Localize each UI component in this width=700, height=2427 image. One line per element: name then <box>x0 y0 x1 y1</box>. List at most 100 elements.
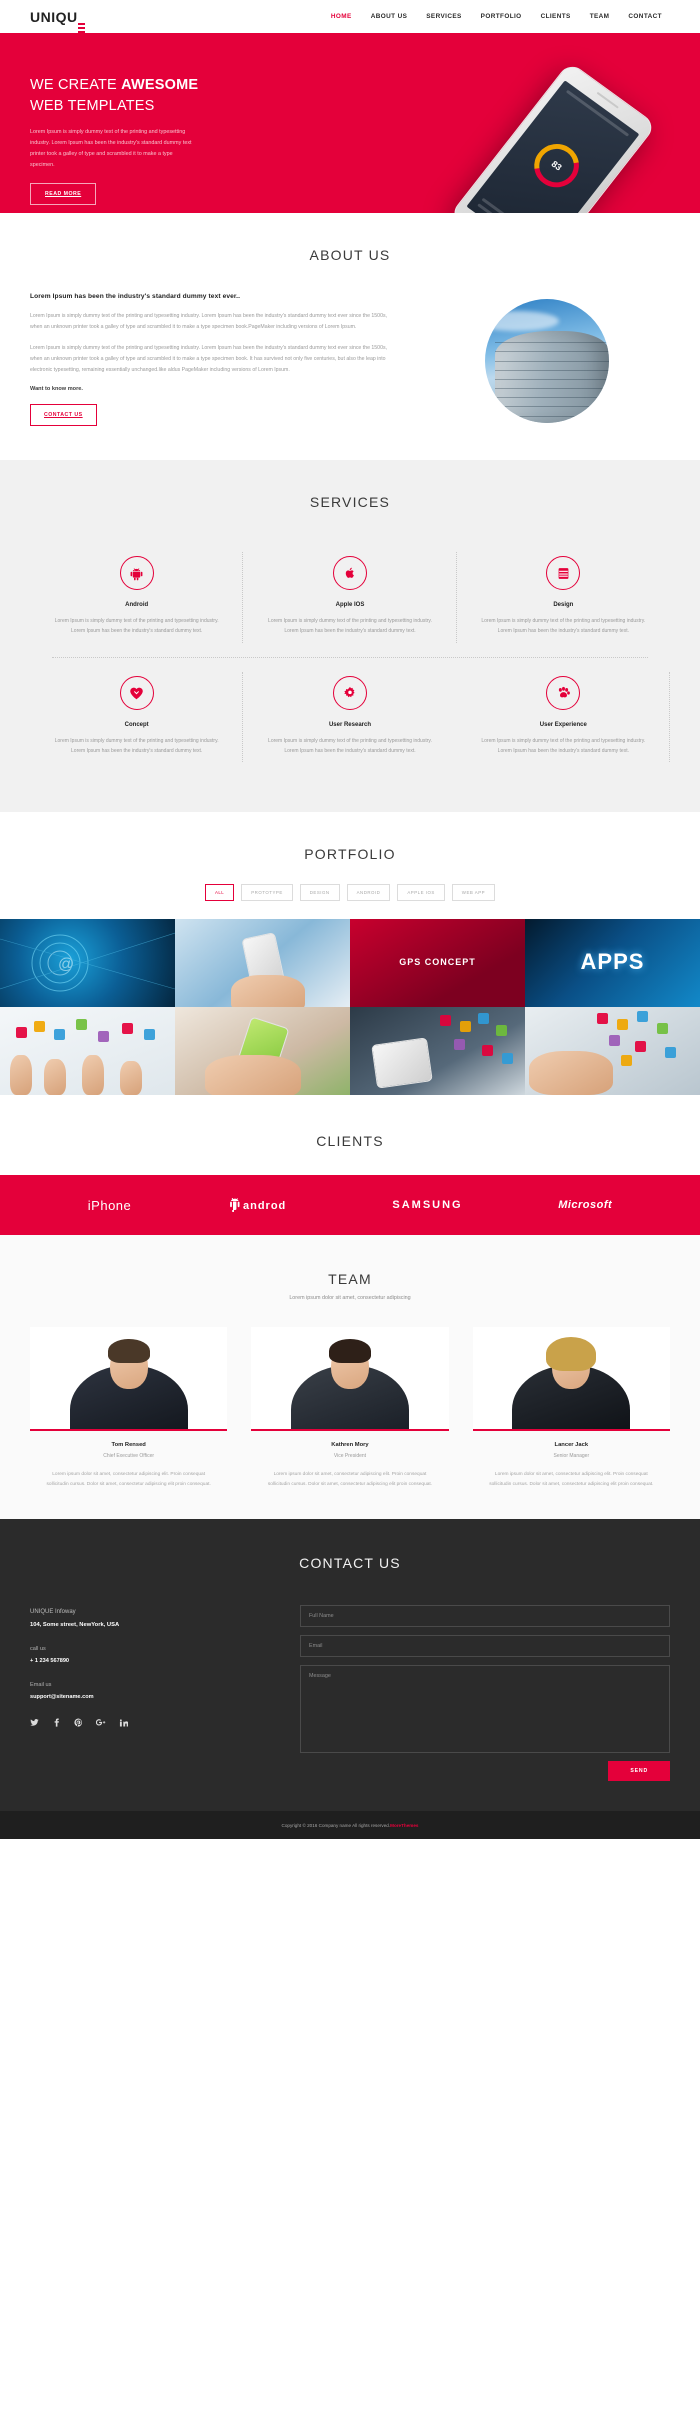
phone-ring-value: 83 <box>549 158 564 173</box>
team-member-card[interactable]: Tom Rensed Chief Executive Officer Lorem… <box>30 1327 228 1489</box>
about-contact-us-button[interactable]: CONTACT US <box>30 404 97 427</box>
service-card-concept[interactable]: Concept Lorem Ipsum is simply dummy text… <box>30 658 244 777</box>
portfolio-filter-all[interactable]: ALL <box>204 884 235 902</box>
service-text: Lorem Ipsum is simply dummy text of the … <box>481 618 646 635</box>
footer-copyright-text: Copyright © 2016 Company name All rights… <box>281 1822 391 1828</box>
hero-title-line1-normal: WE CREATE <box>30 77 122 93</box>
apple-icon <box>332 556 367 591</box>
facebook-icon[interactable] <box>52 1718 61 1729</box>
hero-paragraph: Lorem Ipsum is simply dummy text of the … <box>30 129 192 168</box>
clients-title: CLIENTS <box>316 1133 384 1150</box>
about-title: ABOUT US <box>309 247 391 263</box>
portfolio-filter-android[interactable]: ANDROID <box>346 884 391 902</box>
pinterest-icon[interactable] <box>74 1718 83 1729</box>
heart-icon <box>119 675 154 710</box>
contact-call-label: call us <box>30 1646 46 1653</box>
portfolio-item-hands-phones[interactable] <box>0 1007 175 1096</box>
about-paragraph-1: Lorem Ipsum is simply dummy text of the … <box>30 313 387 330</box>
footer-copyright: Copyright © 2016 Company name All rights… <box>282 1823 419 1828</box>
team-member-bio: Lorem ipsum dolor sit amet, consectetur … <box>489 1472 654 1487</box>
team-section: TEAM Lorem ipsum dolor sit amet, consect… <box>0 1235 700 1520</box>
hero-text-block: WE CREATE AWESOME WEB TEMPLATES Lorem Ip… <box>30 33 250 206</box>
portfolio-item-green-phone[interactable] <box>175 1007 350 1096</box>
design-icon <box>546 556 581 591</box>
nav-item-home[interactable]: HOME <box>331 13 352 20</box>
hero-title-line1-bold: AWESOME <box>121 77 199 93</box>
portfolio-filter-web-app[interactable]: WEB APP <box>451 884 496 902</box>
hero-phone-mockup: 83 <box>424 33 697 213</box>
full-name-input[interactable] <box>300 1605 670 1628</box>
samsung-logo[interactable]: SAMSUNG <box>392 1199 462 1211</box>
contact-info-column: UNIQUE Infoway 104, Some street, NewYork… <box>30 1605 270 1781</box>
team-member-card[interactable]: Kathren Mory Vice President Lorem ipsum … <box>251 1327 449 1489</box>
team-member-bio: Lorem ipsum dolor sit amet, consectetur … <box>267 1472 433 1487</box>
logo-text: UNIQU <box>30 8 78 25</box>
service-card-user-experience[interactable]: User Experience Lorem Ipsum is simply du… <box>457 658 671 777</box>
footer-credit[interactable]: MoreThemes <box>390 1823 418 1828</box>
android-icon <box>119 556 154 591</box>
portfolio-item-tablet-icons[interactable] <box>350 1007 525 1096</box>
service-text: Lorem Ipsum is simply dummy text of the … <box>268 737 432 754</box>
about-building-photo <box>485 299 609 423</box>
team-member-photo <box>30 1327 228 1432</box>
hero-read-more-button[interactable]: READ MORE <box>30 183 97 206</box>
about-heading: Lorem Ipsum has been the industry's stan… <box>30 293 241 300</box>
team-member-card[interactable]: Lancer Jack Senior Manager Lorem ipsum d… <box>472 1327 670 1489</box>
service-text: Lorem Ipsum is simply dummy text of the … <box>54 737 219 754</box>
svg-text:androd: androd <box>243 1200 286 1212</box>
contact-email: support@sitename.com <box>30 1694 94 1701</box>
hero-title: WE CREATE AWESOME WEB TEMPLATES <box>30 75 250 116</box>
team-member-role: Chief Executive Officer <box>103 1453 155 1460</box>
nav-item-team[interactable]: TEAM <box>590 13 610 20</box>
service-text: Lorem Ipsum is simply dummy text of the … <box>54 618 219 635</box>
portfolio-grid: @ GPS CONCEPT APPS <box>0 919 700 1096</box>
android-logo[interactable]: androd <box>227 1196 297 1215</box>
footer: Copyright © 2016 Company name All rights… <box>0 1811 700 1840</box>
service-card-user-research[interactable]: User Research Lorem Ipsum is simply dumm… <box>243 658 456 777</box>
service-name: Design <box>553 602 574 609</box>
nav-links: HOME ABOUT US SERVICES PORTFOLIO CLIENTS… <box>331 13 670 20</box>
service-text: Lorem Ipsum is simply dummy text of the … <box>268 618 432 635</box>
twitter-icon[interactable] <box>30 1718 39 1729</box>
google-plus-icon[interactable] <box>95 1718 106 1729</box>
portfolio-filter-apple-ios[interactable]: APPLE IOS <box>397 884 445 902</box>
nav-item-contact[interactable]: CONTACT <box>628 13 662 20</box>
microsoft-logo[interactable]: Microsoft <box>558 1199 612 1211</box>
message-textarea[interactable] <box>300 1665 670 1754</box>
about-section: ABOUT US Lorem Ipsum has been the indust… <box>0 213 700 461</box>
portfolio-item-cloud-phone[interactable] <box>175 919 350 1008</box>
email-input[interactable] <box>300 1635 670 1658</box>
portfolio-item-network[interactable]: @ <box>0 919 175 1008</box>
team-member-name: Kathren Mory <box>331 1442 369 1449</box>
clients-section: CLIENTS iPhone androd SAMSUNG Microsoft <box>0 1095 700 1236</box>
team-subtitle: Lorem ipsum dolor sit amet, consectetur … <box>289 1295 411 1302</box>
service-card-android[interactable]: Android Lorem Ipsum is simply dummy text… <box>30 538 244 657</box>
about-text-column: Lorem Ipsum has been the industry's stan… <box>30 293 398 427</box>
iphone-logo[interactable]: iPhone <box>88 1198 131 1213</box>
nav-item-portfolio[interactable]: PORTFOLIO <box>481 13 522 20</box>
portfolio-caption: APPS <box>580 948 645 974</box>
nav-item-clients[interactable]: CLIENTS <box>541 13 571 20</box>
portfolio-item-apps[interactable]: APPS <box>525 919 700 1008</box>
site-logo[interactable]: UNIQU <box>30 8 85 33</box>
phone-progress-ring: 83 <box>525 135 589 196</box>
portfolio-item-app-icons[interactable] <box>525 1007 700 1096</box>
team-member-name: Lancer Jack <box>554 1442 589 1449</box>
svg-text:@: @ <box>58 956 74 973</box>
portfolio-title: PORTFOLIO <box>304 846 396 863</box>
portfolio-filter-design[interactable]: DESIGN <box>299 884 340 902</box>
portfolio-section: PORTFOLIO ALL PROTOTYPE DESIGN ANDROID A… <box>0 812 700 1096</box>
social-links <box>30 1718 270 1729</box>
portfolio-filter-prototype[interactable]: PROTOTYPE <box>241 884 293 902</box>
team-member-bio: Lorem ipsum dolor sit amet, consectetur … <box>46 1472 211 1487</box>
nav-item-about-us[interactable]: ABOUT US <box>371 13 408 20</box>
nav-item-services[interactable]: SERVICES <box>426 13 461 20</box>
linkedin-icon[interactable] <box>119 1718 129 1729</box>
phone-screen: 83 <box>466 80 640 213</box>
service-card-apple-ios[interactable]: Apple IOS Lorem Ipsum is simply dummy te… <box>243 538 457 657</box>
service-card-design[interactable]: Design Lorem Ipsum is simply dummy text … <box>457 538 670 657</box>
send-button[interactable]: SEND <box>608 1761 670 1782</box>
paw-icon <box>546 675 581 710</box>
team-member-role: Vice President <box>333 1453 367 1460</box>
portfolio-item-gps[interactable]: GPS CONCEPT <box>350 919 525 1008</box>
